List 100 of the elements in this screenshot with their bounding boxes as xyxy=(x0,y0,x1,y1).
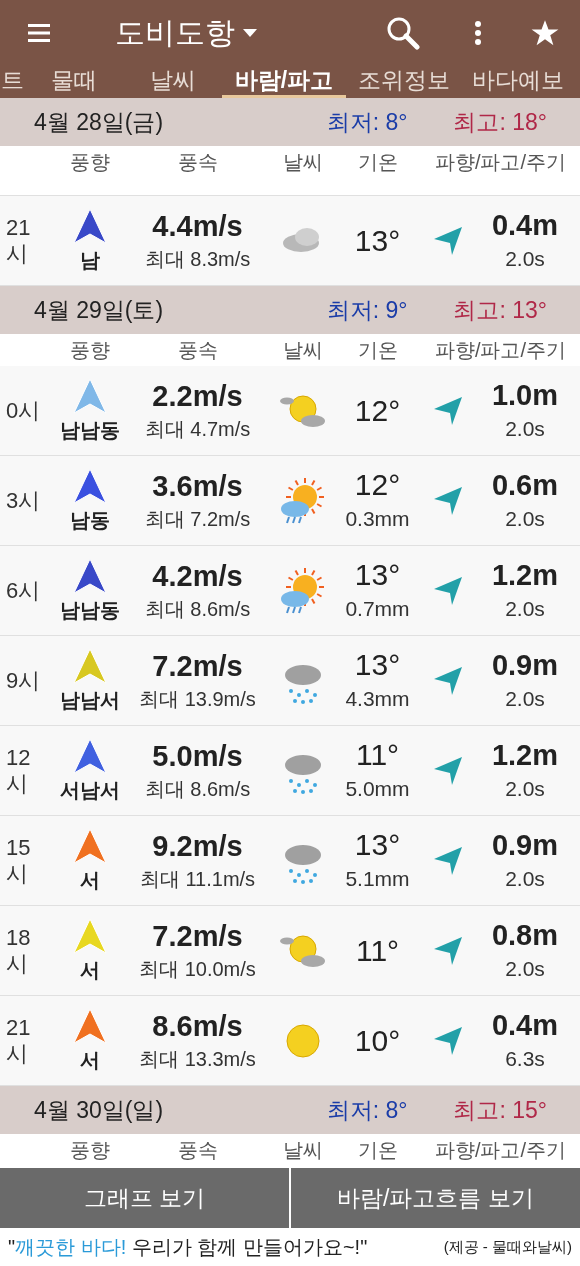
min-temperature: 최저: 8° xyxy=(326,1095,408,1125)
wind-speed: 4.2m/s xyxy=(152,558,243,594)
max-wind-speed: 최대 8.6m/s xyxy=(144,776,251,802)
wind-speed: 8.6m/s xyxy=(152,1008,243,1044)
wave-period: 2.0s xyxy=(505,245,545,272)
wave-period: 2.0s xyxy=(505,865,545,892)
credit-text: (제공 - 물때와날씨) xyxy=(443,1236,572,1257)
wave-period: 2.0s xyxy=(505,775,545,802)
slogan-text: "깨끗한 바다! 우리가 함께 만들어가요~!" xyxy=(8,1235,368,1260)
wave-height: 0.9m xyxy=(491,647,559,683)
wind-direction: 서 xyxy=(80,1047,100,1073)
hour-label: 12시 xyxy=(5,744,32,797)
menu-icon xyxy=(28,22,50,43)
sun-rain-icon xyxy=(278,476,327,525)
wind-speed: 3.6m/s xyxy=(152,468,243,504)
wind-direction: 남남동 xyxy=(60,597,120,623)
max-wind-speed: 최대 8.3m/s xyxy=(144,246,251,272)
tab[interactable]: 조위정보 xyxy=(346,65,462,98)
wind-direction: 서남서 xyxy=(60,777,120,803)
temperature: 13° xyxy=(354,556,401,593)
wind-direction: 남남서 xyxy=(60,687,120,713)
hour-label: 18시 xyxy=(5,924,32,977)
wave-period: 6.3s xyxy=(505,1045,545,1072)
temperature: 12° xyxy=(354,466,401,503)
max-wind-speed: 최대 7.2m/s xyxy=(144,506,251,532)
location-dropdown[interactable]: 도비도항 xyxy=(115,10,257,55)
wind-speed: 7.2m/s xyxy=(152,648,243,684)
column-header: 날씨 xyxy=(281,1138,324,1163)
max-wind-speed: 최대 4.7m/s xyxy=(144,416,251,442)
wave-height: 0.8m xyxy=(491,917,559,953)
temperature: 13° xyxy=(354,826,401,863)
column-header: 풍향 xyxy=(69,338,111,363)
tab[interactable]: 트 xyxy=(0,65,24,98)
wave-period: 2.0s xyxy=(505,595,545,622)
temperature: 13° xyxy=(354,646,401,683)
precipitation: 0.3mm xyxy=(345,505,410,532)
wave-height: 0.9m xyxy=(491,827,559,863)
star-icon xyxy=(531,18,559,47)
column-header: 기온 xyxy=(356,338,399,363)
wind-speed: 7.2m/s xyxy=(152,918,243,954)
column-header: 기온 xyxy=(356,1138,399,1163)
wind-speed: 2.2m/s xyxy=(152,378,243,414)
max-temperature: 최고: 18° xyxy=(453,107,547,137)
min-temperature: 최저: 9° xyxy=(326,295,408,325)
precipitation: 4.3mm xyxy=(345,685,410,712)
temperature: 12° xyxy=(354,392,401,429)
temperature: 10° xyxy=(354,1022,401,1059)
hour-label: 21시 xyxy=(5,214,32,267)
column-header: 풍속 xyxy=(176,150,219,175)
min-temperature: 최저: 8° xyxy=(326,107,408,137)
wind-direction: 서 xyxy=(80,867,100,893)
tab[interactable]: 날씨 xyxy=(124,65,222,98)
date-label: 4월 28일(금) xyxy=(34,107,164,137)
hour-label: 21시 xyxy=(5,1014,32,1067)
tab[interactable]: 물때 xyxy=(24,65,124,98)
hour-label: 6시 xyxy=(5,577,42,604)
wave-height: 0.4m xyxy=(491,1007,559,1043)
column-header: 날씨 xyxy=(281,338,324,363)
wind-direction: 남동 xyxy=(70,507,110,533)
wind-direction: 남남동 xyxy=(60,417,120,443)
max-temperature: 최고: 15° xyxy=(453,1095,547,1125)
wave-period: 2.0s xyxy=(505,505,545,532)
wind-direction: 서 xyxy=(80,957,100,983)
action-button[interactable]: 바람/파고흐름 보기 xyxy=(291,1168,580,1228)
temperature: 13° xyxy=(354,222,401,259)
wind-direction: 남 xyxy=(80,247,100,273)
wind-speed: 4.4m/s xyxy=(152,208,243,244)
caret-icon xyxy=(243,28,257,37)
max-wind-speed: 최대 13.9m/s xyxy=(139,686,256,712)
wave-height: 1.2m xyxy=(491,737,559,773)
column-header: 풍향 xyxy=(69,150,111,175)
more-icon xyxy=(474,20,482,45)
max-wind-speed: 최대 10.0m/s xyxy=(139,956,256,982)
action-button[interactable]: 그래프 보기 xyxy=(0,1168,289,1228)
column-header: 날씨 xyxy=(281,150,324,175)
tab[interactable]: 바다예보 xyxy=(462,65,574,98)
column-header: 풍속 xyxy=(176,338,219,363)
column-header: 파향/파고/주기 xyxy=(433,1138,567,1163)
wave-height: 0.6m xyxy=(491,467,559,503)
hour-label: 15시 xyxy=(5,834,32,887)
wave-height: 1.0m xyxy=(491,377,559,413)
wave-period: 2.0s xyxy=(505,685,545,712)
column-header: 파향/파고/주기 xyxy=(433,150,567,175)
date-label: 4월 29일(토) xyxy=(34,295,164,325)
wave-height: 1.2m xyxy=(491,557,559,593)
column-header: 파향/파고/주기 xyxy=(433,338,567,363)
sun-rain-icon xyxy=(278,566,327,615)
date-label: 4월 30일(일) xyxy=(34,1095,164,1125)
wind-speed: 9.2m/s xyxy=(152,828,243,864)
temperature: 11° xyxy=(355,932,400,969)
max-wind-speed: 최대 8.6m/s xyxy=(144,596,251,622)
precipitation: 0.7mm xyxy=(345,595,410,622)
wave-period: 2.0s xyxy=(505,415,545,442)
wave-height: 0.4m xyxy=(491,207,559,243)
hour-label: 3시 xyxy=(5,487,42,514)
precipitation: 5.1mm xyxy=(345,865,410,892)
search-icon xyxy=(386,15,420,50)
column-header: 풍향 xyxy=(69,1138,111,1163)
column-header: 풍속 xyxy=(176,1138,219,1163)
hour-label: 9시 xyxy=(5,667,42,694)
